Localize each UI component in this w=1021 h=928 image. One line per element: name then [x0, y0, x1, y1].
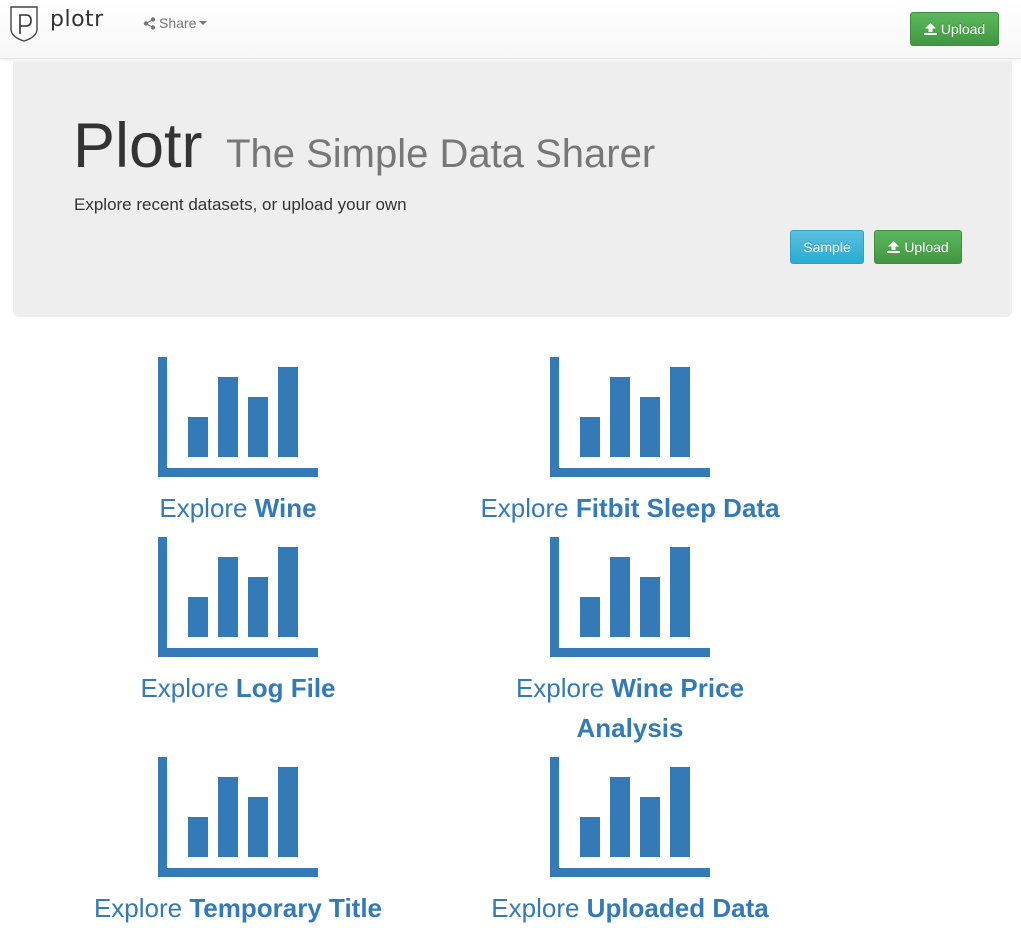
dataset-link[interactable]: Explore Fitbit Sleep Data	[450, 488, 810, 528]
hero-heading: Plotr The Simple Data Sharer	[73, 115, 655, 178]
dataset-prefix: Explore	[491, 893, 580, 923]
navbar-upload-button[interactable]: Upload	[910, 12, 999, 46]
dataset-prefix: Explore	[140, 673, 229, 703]
share-icon	[143, 16, 156, 30]
dataset-card-wine-price[interactable]: Explore Wine Price Analysis	[450, 537, 810, 748]
upload-icon	[923, 23, 937, 35]
dataset-card-log-file[interactable]: Explore Log File	[58, 537, 418, 708]
dataset-name: Wine	[254, 493, 317, 523]
hero-subtitle: The Simple Data Sharer	[226, 132, 656, 176]
bar-chart-icon	[550, 537, 710, 657]
dataset-card-uploaded-data[interactable]: Explore Uploaded Data	[450, 757, 810, 928]
dataset-name: Log File	[235, 673, 336, 703]
navbar-upload-label: Upload	[940, 21, 986, 37]
bar-chart-icon	[158, 537, 318, 657]
dataset-prefix: Explore	[159, 493, 248, 523]
bar-chart-icon	[550, 757, 710, 877]
hero-title: Plotr	[73, 111, 203, 181]
dataset-name: Fitbit Sleep Data	[575, 493, 780, 523]
share-dropdown[interactable]: Share	[143, 15, 208, 31]
brand-name: plotr	[50, 6, 104, 32]
hero-upload-label: Upload	[904, 239, 949, 255]
dataset-prefix: Explore	[93, 893, 183, 923]
sample-label: Sample	[803, 239, 851, 255]
dataset-prefix: Explore	[515, 673, 605, 703]
dataset-name: Temporary Title	[189, 893, 383, 923]
bar-chart-icon	[550, 357, 710, 477]
dataset-link[interactable]: Explore Log File	[58, 668, 418, 708]
hero-jumbotron: Plotr The Simple Data Sharer Explore rec…	[13, 61, 1012, 317]
dataset-prefix: Explore	[480, 493, 569, 523]
hero-upload-button[interactable]: Upload	[874, 230, 962, 264]
share-label: Share	[159, 15, 197, 31]
dataset-card-temporary-title[interactable]: Explore Temporary Title	[58, 757, 418, 928]
brand-link[interactable]: plotr	[8, 4, 104, 44]
hero-lead: Explore recent datasets, or upload your …	[74, 195, 407, 214]
bar-chart-icon	[158, 357, 318, 477]
dataset-name: Uploaded Data	[586, 893, 769, 923]
sample-button[interactable]: Sample	[790, 230, 864, 264]
dataset-card-wine[interactable]: Explore Wine	[58, 357, 418, 528]
navbar: plotr Share Upload	[0, 0, 1021, 59]
plotr-logo-icon	[10, 6, 38, 42]
dataset-link[interactable]: Explore Wine Price Analysis	[450, 668, 810, 748]
caret-down-icon	[199, 21, 208, 25]
dataset-link[interactable]: Explore Uploaded Data	[450, 888, 810, 928]
bar-chart-icon	[158, 757, 318, 877]
dataset-link[interactable]: Explore Wine	[58, 488, 418, 528]
dataset-link[interactable]: Explore Temporary Title	[58, 888, 418, 928]
dataset-card-fitbit-sleep[interactable]: Explore Fitbit Sleep Data	[450, 357, 810, 528]
upload-icon	[887, 241, 901, 253]
